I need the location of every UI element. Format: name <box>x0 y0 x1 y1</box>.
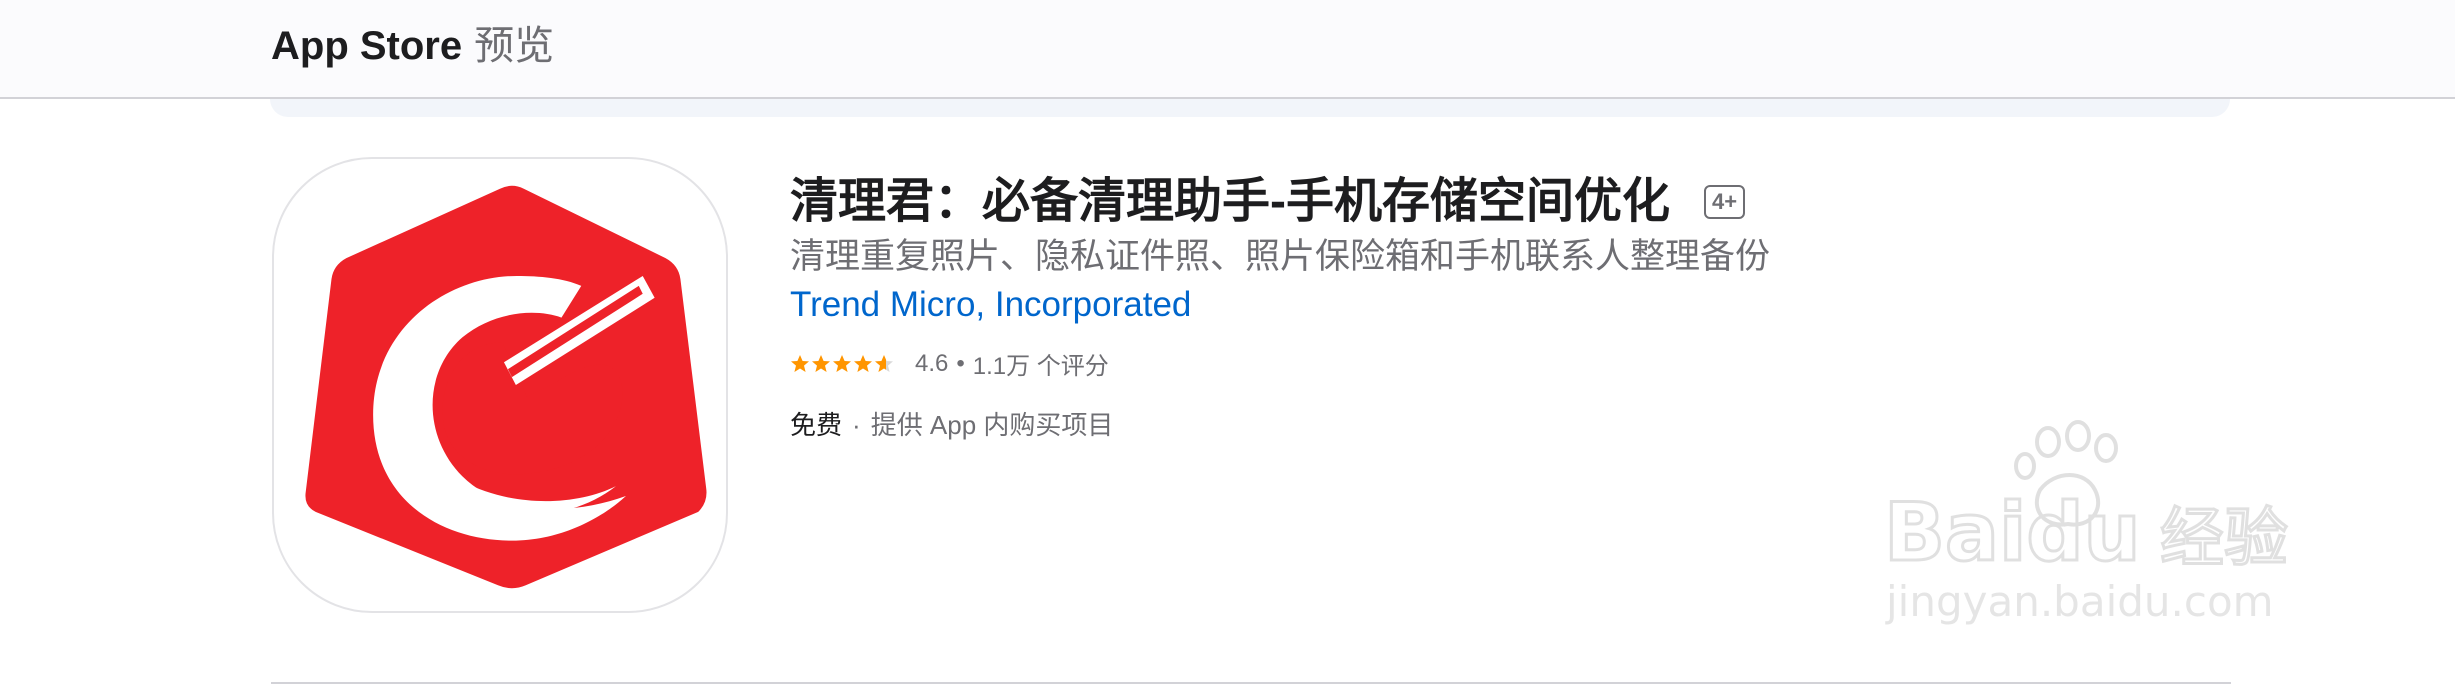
product-header: 清理君：必备清理助手-手机存储空间优化 4+ 清理重复照片、隐私证件照、照片保险… <box>790 170 2290 442</box>
star-full-icon <box>833 354 851 372</box>
star-full-icon <box>854 354 872 372</box>
age-rating-badge: 4+ <box>1704 185 1746 219</box>
store-section-label: 预览 <box>474 24 555 68</box>
rating-row: 4.6 • 1.1万 个评分 <box>790 346 2290 381</box>
banner-strip <box>270 99 2230 117</box>
baidu-jingyan-watermark: Baidu 经验 jingyan.baidu.com <box>1880 420 2320 640</box>
title-row: 清理君：必备清理助手-手机存储空间优化 4+ <box>790 170 2290 234</box>
store-brand[interactable]: App Store <box>271 24 462 68</box>
star-full-icon <box>791 354 809 372</box>
rating-count: 1.1万 个评分 <box>972 353 1109 380</box>
app-subtitle: 清理重复照片、隐私证件照、照片保险箱和手机联系人整理备份 <box>790 237 1771 276</box>
price-label: 免费 <box>790 410 843 440</box>
rating-separator: • <box>956 349 965 377</box>
watermark-url: jingyan.baidu.com <box>1885 577 2274 626</box>
star-full-icon <box>812 354 830 372</box>
star-partial-icon <box>875 354 893 372</box>
global-header: App Store 预览 <box>0 0 2455 99</box>
in-app-purchase-note: 提供 App 内购买项目 <box>870 410 1114 440</box>
store-title[interactable]: App Store 预览 <box>271 18 554 74</box>
developer-link[interactable]: Trend Micro, Incorporated <box>790 280 1191 330</box>
app-title: 清理君：必备清理助手-手机存储空间优化 <box>790 175 1670 228</box>
watermark-logo-cn: 经验 <box>2160 502 2288 576</box>
watermark-logo: Baidu 经验 jingyan.baidu.com <box>1883 420 2290 626</box>
star-rating <box>790 354 895 374</box>
cleaner-app-icon <box>305 185 707 589</box>
app-icon <box>272 157 728 613</box>
rating-value: 4.6 <box>915 349 949 377</box>
section-divider <box>271 682 2231 684</box>
watermark-logo-text: Baidu <box>1884 486 2141 579</box>
price-separator: · <box>852 410 861 440</box>
